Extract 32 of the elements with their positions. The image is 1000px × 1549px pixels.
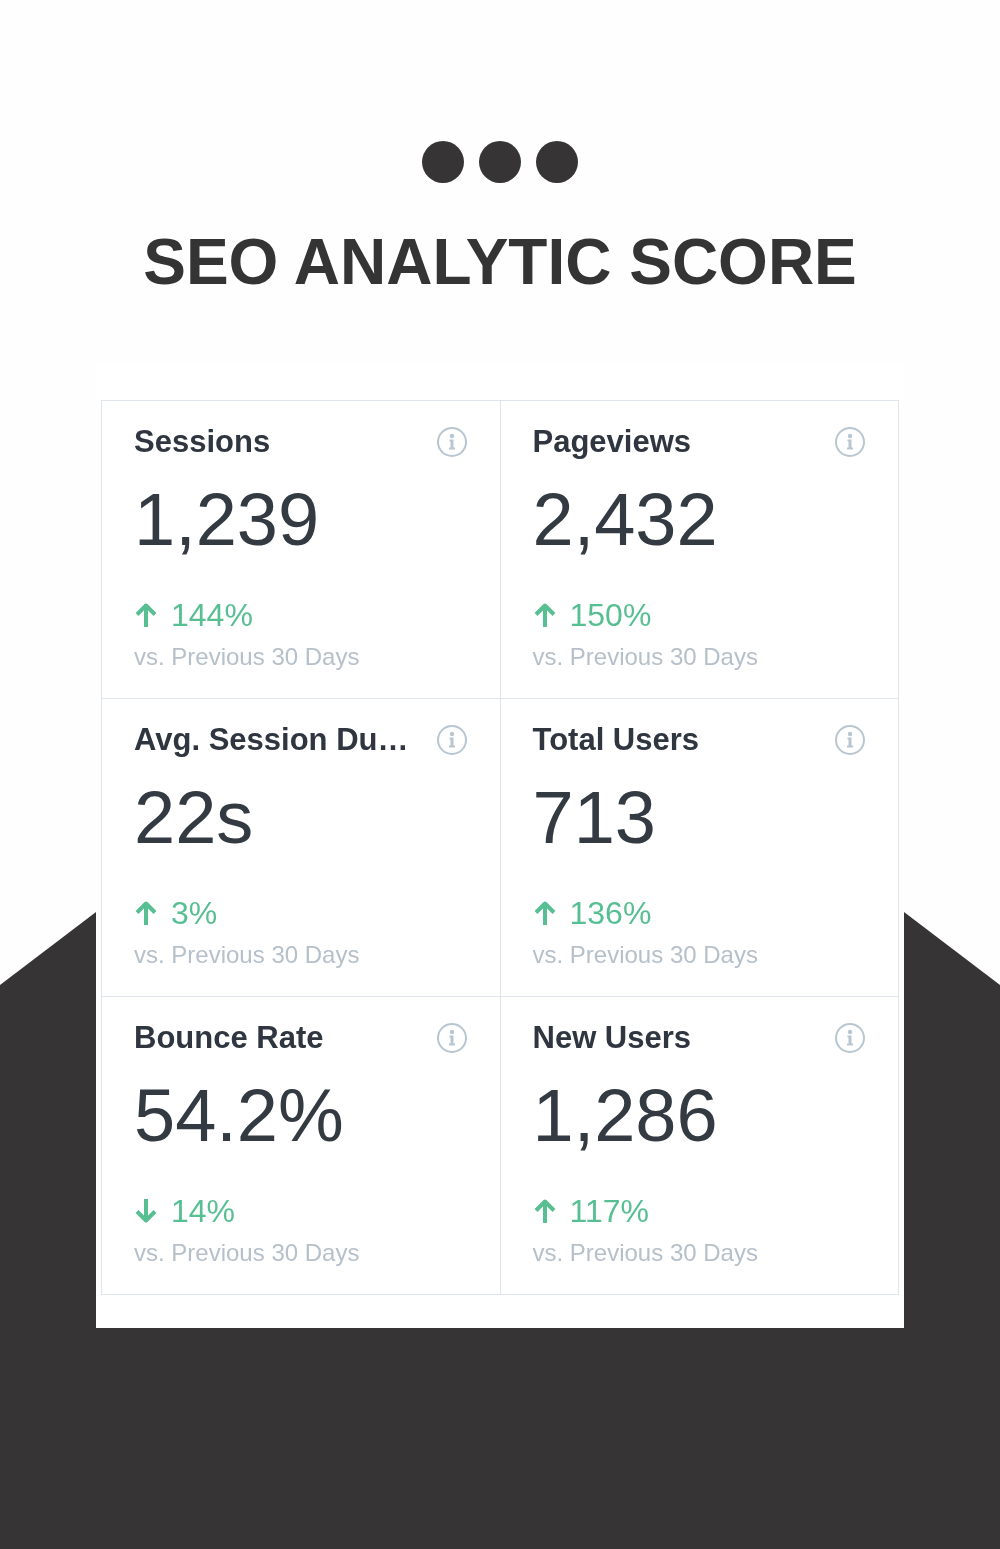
metric-label: Bounce Rate [134,1019,324,1056]
info-icon[interactable] [436,426,467,457]
metric-value: 1,286 [532,1075,719,1156]
info-icon[interactable] [436,724,467,755]
metric-label: New Users [532,1019,692,1056]
ellipsis-icon [422,141,578,183]
metric-value: 1,239 [134,479,321,560]
info-icon[interactable] [835,426,865,457]
comparison-note: vs. Previous 30 Days [134,1238,361,1267]
info-icon[interactable] [835,724,865,755]
metric-label: Total Users [532,721,700,758]
comparison-note: vs. Previous 30 Days [134,642,361,671]
metric-value: 22s [134,777,255,858]
metric-label: Avg. Session Du… [134,721,409,758]
metric-value: 54.2% [134,1075,345,1156]
change-percent: 144% [171,596,253,634]
comparison-note: vs. Previous 30 Days [532,940,759,969]
change-percent: 136% [569,894,652,932]
change-percent: 117% [569,1192,649,1230]
metric-label: Pageviews [532,423,692,460]
comparison-note: vs. Previous 30 Days [134,940,361,969]
metric-label: Sessions [134,423,271,460]
change-percent: 3% [171,894,218,932]
page-title: SEO ANALYTIC SCORE [143,226,857,298]
comparison-note: vs. Previous 30 Days [532,642,759,671]
change-percent: 150% [569,596,652,634]
metric-value: 2,432 [532,479,719,560]
comparison-note: vs. Previous 30 Days [532,1238,759,1267]
metric-value: 713 [532,777,657,858]
info-icon[interactable] [835,1022,865,1053]
info-icon[interactable] [436,1022,467,1053]
change-percent: 14% [171,1192,236,1230]
